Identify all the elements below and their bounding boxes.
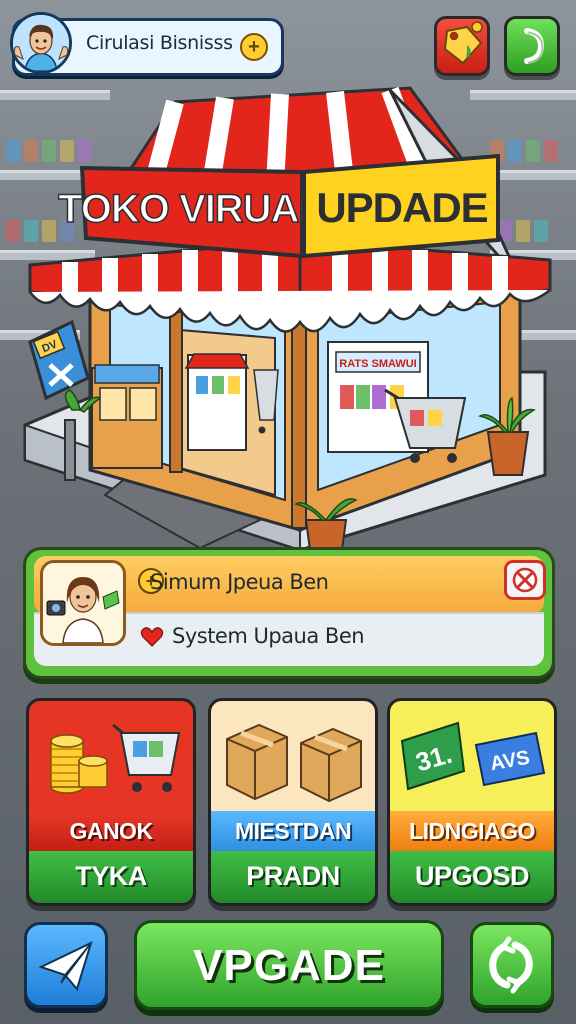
card-label: LIDNGIAGO: [390, 811, 554, 851]
boxes-icon: [226, 723, 362, 803]
card-sub-button[interactable]: UPGOSD: [390, 851, 554, 903]
card-sub-button[interactable]: TYKA: [29, 851, 193, 903]
card-miestdan[interactable]: MIESTDAN PRADN: [208, 698, 378, 906]
store-illustration: RATS SMAWUI DV TOKO VIRUAL UPDADE: [23, 86, 552, 552]
plus-coin-icon[interactable]: +: [240, 33, 268, 61]
heart-icon: [140, 627, 164, 647]
next-button[interactable]: [504, 16, 560, 76]
card-ganok[interactable]: GANOK TYKA: [26, 698, 196, 906]
card-sub-button[interactable]: PRADN: [211, 851, 375, 903]
send-button[interactable]: [24, 922, 108, 1008]
next-arrow-icon: [524, 28, 545, 64]
profile-name: Cirulasi Bisnisss: [86, 32, 233, 54]
info-line-2: System Upaua Ben: [172, 624, 365, 648]
man-avatar-icon[interactable]: [10, 12, 72, 74]
shelf-banner: RATS SMAWUI: [339, 358, 416, 370]
price-tag-icon: [443, 21, 483, 65]
refresh-icon: [489, 936, 533, 994]
card-lidngiago[interactable]: 31. AVS LIDNGIAGO UPGOSD: [387, 698, 557, 906]
card-label: MIESTDAN: [211, 811, 375, 851]
close-icon: [512, 567, 538, 593]
send-icon: [38, 941, 93, 992]
info-line-1: Simum Jpeua Ben: [150, 570, 329, 594]
refresh-button[interactable]: [470, 922, 554, 1008]
close-button[interactable]: [504, 560, 546, 600]
upgrade-button[interactable]: VPGADE: [134, 920, 444, 1010]
card-label: GANOK: [29, 811, 193, 851]
svg-text:UPDADE: UPDADE: [316, 184, 487, 231]
svg-text:TOKO VIRUAL: TOKO VIRUAL: [58, 187, 322, 231]
woman-avatar-icon: [40, 560, 126, 646]
coins-cart-icon: [50, 723, 181, 794]
info-panel: [23, 547, 555, 679]
price-tag-button[interactable]: [434, 16, 490, 76]
cash-icon: 31. AVS: [400, 721, 546, 791]
